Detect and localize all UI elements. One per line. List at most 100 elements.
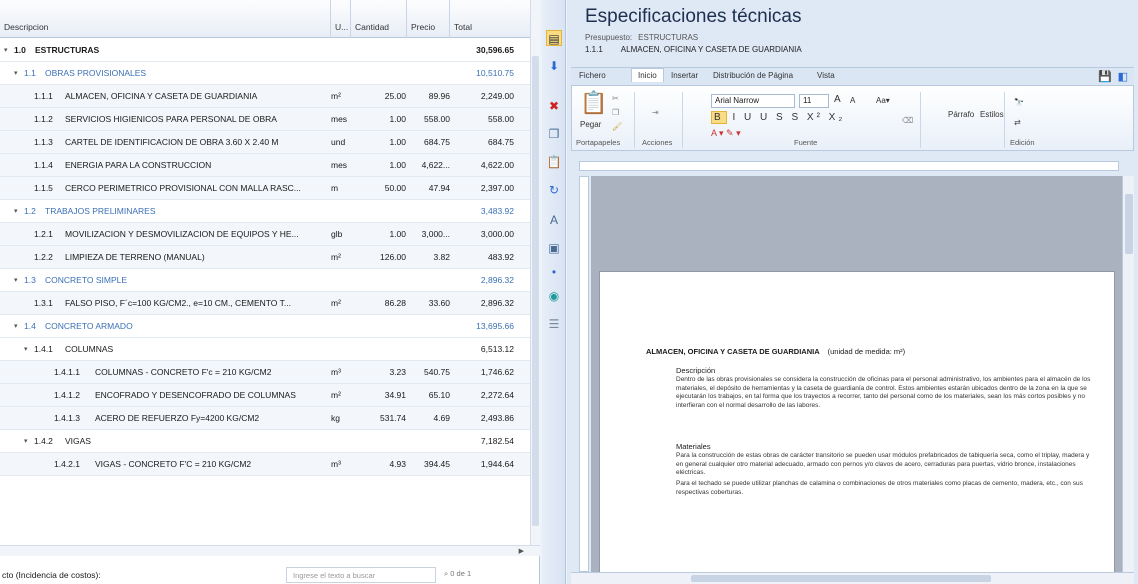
bold-icon[interactable]: B bbox=[711, 111, 727, 124]
table-row[interactable]: 1.1.3 CARTEL DE IDENTIFICACION DE OBRA 3.… bbox=[0, 131, 530, 154]
document-icon[interactable]: ▣ bbox=[546, 240, 562, 256]
row-total: 30,596.65 bbox=[476, 45, 514, 55]
specifications-view-icon[interactable]: ▤ bbox=[546, 30, 562, 46]
view-icon[interactable]: ◉ bbox=[546, 288, 562, 304]
paste-button[interactable]: Pegar bbox=[580, 120, 601, 129]
search-nav[interactable]: ⌕ 0 de 1 bbox=[444, 569, 471, 579]
expand-icon[interactable]: ▾ bbox=[14, 207, 18, 215]
grow-font-icon[interactable]: A bbox=[834, 94, 841, 105]
tab-inicio[interactable]: Inicio bbox=[631, 68, 664, 82]
table-row[interactable]: 1.3.1 FALSO PISO, F´c=100 KG/CM2., e=10 C… bbox=[0, 292, 530, 315]
row-price: 33.60 bbox=[428, 298, 450, 308]
doc-hscroll-thumb[interactable] bbox=[691, 575, 991, 582]
help-icon[interactable]: ◧ bbox=[1118, 70, 1128, 83]
expand-icon[interactable]: ▾ bbox=[4, 46, 8, 54]
tab-insertar[interactable]: Insertar bbox=[671, 71, 698, 80]
group-fuente: Fuente bbox=[794, 138, 818, 147]
tab-fichero[interactable]: Fichero bbox=[579, 71, 606, 80]
row-code: 1.2.1 bbox=[34, 229, 53, 239]
table-row[interactable]: ▾ 1.1 OBRAS PROVISIONALES 10,510.75 bbox=[0, 62, 530, 85]
copy-small-icon[interactable]: ❐ bbox=[612, 108, 619, 117]
refresh-icon[interactable]: ↻ bbox=[546, 182, 562, 198]
table-row[interactable]: ▾ 1.4 CONCRETO ARMADO 13,695.66 bbox=[0, 315, 530, 338]
table-row[interactable]: ▾ 1.2 TRABAJOS PRELIMINARES 3,483.92 bbox=[0, 200, 530, 223]
document-horizontal-scrollbar[interactable] bbox=[571, 572, 1134, 584]
column-cantidad[interactable]: Cantidad bbox=[351, 0, 407, 38]
table-row[interactable]: 1.4.2.1 VIGAS - CONCRETO F'C = 210 KG/CM2… bbox=[0, 453, 530, 476]
scroll-right-icon[interactable]: ▶ bbox=[519, 547, 524, 555]
table-row[interactable]: 1.1.2 SERVICIOS HIGIENICOS PARA PERSONAL … bbox=[0, 108, 530, 131]
bullet-icon[interactable]: • bbox=[546, 264, 562, 280]
expand-icon[interactable]: ▾ bbox=[24, 345, 28, 353]
document-vertical-scrollbar[interactable] bbox=[1122, 176, 1134, 572]
expand-icon[interactable]: ▾ bbox=[14, 69, 18, 77]
list-icon[interactable]: ☰ bbox=[546, 316, 562, 332]
doc-scroll-thumb[interactable] bbox=[1125, 194, 1133, 254]
row-code: 1.1.3 bbox=[34, 137, 53, 147]
shrink-font-icon[interactable]: A bbox=[850, 96, 855, 105]
table-row[interactable]: 1.2.1 MOVILIZACION Y DESMOVILIZACION DE E… bbox=[0, 223, 530, 246]
tab-distribucion[interactable]: Distribución de Página bbox=[713, 71, 793, 80]
scroll-thumb[interactable] bbox=[532, 56, 539, 526]
font-name-select[interactable]: Arial Narrow bbox=[711, 94, 795, 108]
font-color-icon[interactable]: A ▾ ✎ ▾ bbox=[711, 128, 741, 139]
cut-icon[interactable]: ✂ bbox=[612, 94, 619, 103]
column-total[interactable]: Total bbox=[450, 0, 530, 38]
format-buttons[interactable]: B I U U S S X² X₂ bbox=[711, 111, 845, 124]
tab-vista[interactable]: Vista bbox=[817, 71, 835, 80]
format-buttons-rest[interactable]: I U U S S X² X₂ bbox=[732, 112, 845, 123]
delete-icon[interactable]: ✖ bbox=[546, 98, 562, 114]
table-row[interactable]: 1.1.1 ALMACEN, OFICINA Y CASETA DE GUARDI… bbox=[0, 85, 530, 108]
column-header: Descripcion U... Cantidad Precio Total bbox=[0, 0, 530, 38]
copy-icon[interactable]: ❐ bbox=[546, 126, 562, 142]
table-row[interactable]: ▾ 1.4.1 COLUMNAS 6,513.12 bbox=[0, 338, 530, 361]
row-quantity: 1.00 bbox=[389, 160, 406, 170]
row-code: 1.1.1 bbox=[34, 91, 53, 101]
table-row[interactable]: 1.4.1.3 ACERO DE REFUERZO Fy=4200 KG/CM2 k… bbox=[0, 407, 530, 430]
move-down-icon[interactable]: ⬇ bbox=[546, 58, 562, 74]
find-icon[interactable]: 🔭 bbox=[1014, 98, 1024, 107]
table-row[interactable]: ▾ 1.0 ESTRUCTURAS 30,596.65 bbox=[0, 39, 530, 62]
actions-icon[interactable]: ⇥ bbox=[652, 108, 659, 117]
paragraph-button[interactable]: Párrafo bbox=[948, 110, 974, 119]
paste-icon[interactable]: 📋 bbox=[546, 154, 562, 170]
row-code: 1.3 bbox=[24, 275, 36, 285]
table-row[interactable]: 1.1.5 CERCO PERIMETRICO PROVISIONAL CON M… bbox=[0, 177, 530, 200]
horizontal-ruler[interactable] bbox=[579, 161, 1119, 171]
vertical-scrollbar[interactable]: ▲ bbox=[530, 0, 540, 545]
search-icon[interactable]: ⌕ bbox=[444, 569, 448, 578]
horizontal-scrollbar[interactable]: ▶ bbox=[0, 545, 540, 556]
paste-big-icon[interactable]: 📋 bbox=[580, 90, 607, 116]
text-style-icon[interactable]: A bbox=[546, 212, 562, 228]
table-row[interactable]: ▾ 1.4.2 VIGAS 7,182.54 bbox=[0, 430, 530, 453]
column-descripcion[interactable]: Descripcion bbox=[0, 0, 331, 38]
group-edicion: Edición bbox=[1010, 138, 1035, 147]
expand-icon[interactable]: ▾ bbox=[24, 437, 28, 445]
row-description: VIGAS bbox=[65, 436, 91, 446]
table-row[interactable]: 1.4.1.2 ENCOFRADO Y DESENCOFRADO DE COLUM… bbox=[0, 384, 530, 407]
row-unit: kg bbox=[331, 413, 340, 423]
expand-icon[interactable]: ▾ bbox=[14, 322, 18, 330]
row-code: 1.4.1.1 bbox=[54, 367, 80, 377]
replace-icon[interactable]: ⇄ bbox=[1014, 118, 1021, 127]
change-case-icon[interactable]: Aa▾ bbox=[876, 96, 890, 105]
document-page[interactable]: ALMACEN, OFICINA Y CASETA DE GUARDIANIA (… bbox=[599, 271, 1115, 572]
divider bbox=[634, 92, 635, 148]
format-painter-icon[interactable]: 🖌 bbox=[612, 122, 622, 131]
table-row[interactable]: 1.4.1.1 COLUMNAS - CONCRETO F'c = 210 KG/… bbox=[0, 361, 530, 384]
row-unit: glb bbox=[331, 229, 343, 239]
save-icon[interactable]: 💾 bbox=[1098, 70, 1112, 83]
column-precio[interactable]: Precio bbox=[407, 0, 450, 38]
column-unidad[interactable]: U... bbox=[331, 0, 351, 38]
styles-button[interactable]: Estilos bbox=[980, 110, 1004, 119]
document-area[interactable]: ALMACEN, OFICINA Y CASETA DE GUARDIANIA (… bbox=[591, 176, 1122, 572]
row-total: 6,513.12 bbox=[480, 344, 514, 354]
search-input[interactable]: Ingrese el texto a buscar bbox=[286, 567, 436, 583]
table-row[interactable]: 1.2.2 LIMPIEZA DE TERRENO (MANUAL) m² 126.0… bbox=[0, 246, 530, 269]
row-code: 1.4.2 bbox=[34, 436, 53, 446]
clear-format-icon[interactable]: ⌫ bbox=[902, 116, 913, 125]
expand-icon[interactable]: ▾ bbox=[14, 276, 18, 284]
font-size-select[interactable]: 11 bbox=[799, 94, 829, 108]
table-row[interactable]: ▾ 1.3 CONCRETO SIMPLE 2,896.32 bbox=[0, 269, 530, 292]
table-row[interactable]: 1.1.4 ENERGIA PARA LA CONSTRUCCION mes 1.00… bbox=[0, 154, 530, 177]
